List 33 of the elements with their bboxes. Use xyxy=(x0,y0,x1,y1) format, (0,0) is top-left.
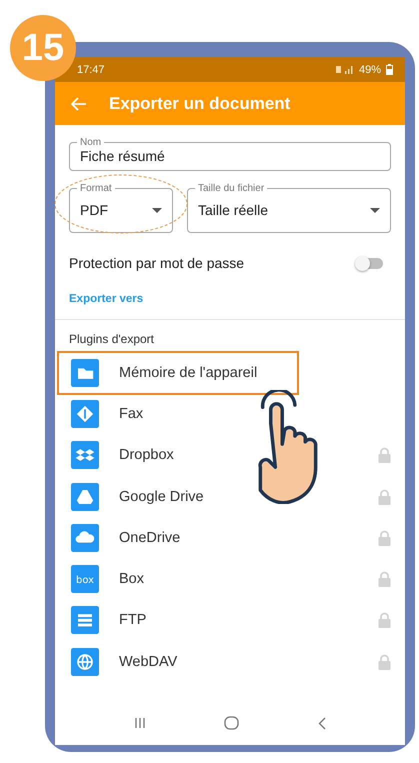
globe-icon xyxy=(71,648,99,676)
field-label: Format xyxy=(79,183,113,194)
cloud-icon xyxy=(71,524,99,552)
field-label: Taille du fichier xyxy=(197,183,266,194)
battery-level: 49% xyxy=(358,64,381,76)
step-number: 15 xyxy=(10,15,76,81)
field-value: Fiche résumé xyxy=(80,148,165,164)
folder-icon xyxy=(71,358,99,387)
recent-apps-icon[interactable] xyxy=(134,717,146,729)
field-value: Taille réelle xyxy=(198,202,268,218)
format-dropdown[interactable]: Format PDF xyxy=(69,183,173,233)
plugin-item[interactable]: Mémoire de l'appareil xyxy=(57,350,299,395)
drive-icon xyxy=(71,482,99,511)
dropdown-caret-icon xyxy=(152,208,162,212)
battery-icon xyxy=(386,64,393,75)
screen-title: Exporter un document xyxy=(109,94,290,114)
plugin-item[interactable]: Dropbox xyxy=(57,433,188,478)
field-value: PDF xyxy=(80,202,108,218)
home-icon[interactable] xyxy=(224,716,240,730)
dropbox-icon xyxy=(71,441,99,470)
signal-icon xyxy=(336,65,354,74)
file-size-dropdown[interactable]: Taille du fichier Taille réelle xyxy=(187,183,391,233)
back-icon[interactable] xyxy=(318,716,326,730)
name-field[interactable]: Nom Fiche résumé xyxy=(69,137,391,171)
section-heading: Plugins d'export xyxy=(68,331,156,348)
password-label: Protection par mot de passe xyxy=(69,255,244,271)
plugin-item[interactable]: WebDAV xyxy=(57,640,192,684)
status-time: 17:47 xyxy=(77,64,105,76)
box-icon: box xyxy=(71,565,99,594)
field-label: Nom xyxy=(79,137,102,148)
fax-icon xyxy=(71,400,99,428)
list-icon xyxy=(71,606,99,634)
dropdown-caret-icon xyxy=(370,208,380,212)
